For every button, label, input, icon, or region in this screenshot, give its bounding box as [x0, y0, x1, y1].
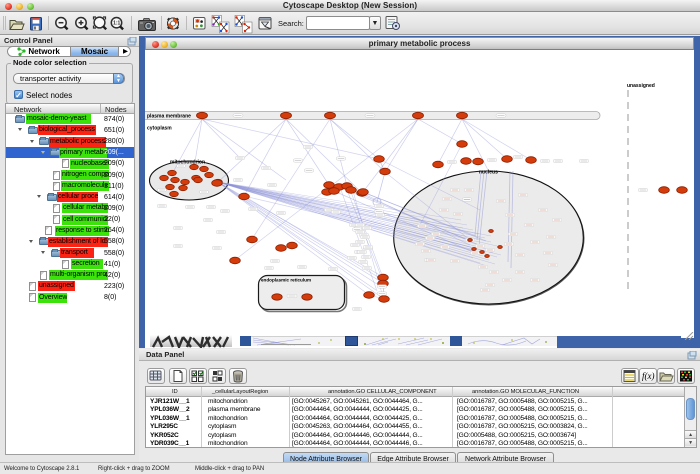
svg-text:cytoplasm: cytoplasm — [147, 126, 172, 132]
svg-text:endoplasmic reticulum: endoplasmic reticulum — [261, 278, 311, 283]
svg-text:mitochondrion: mitochondrion — [170, 160, 205, 166]
svg-text:plasma membrane: plasma membrane — [147, 114, 191, 120]
svg-text:unassigned: unassigned — [627, 83, 655, 89]
svg-text:nucleus: nucleus — [479, 170, 498, 176]
svg-text:f(x): f(x) — [642, 371, 655, 381]
svg-text:1:1: 1:1 — [113, 21, 120, 27]
